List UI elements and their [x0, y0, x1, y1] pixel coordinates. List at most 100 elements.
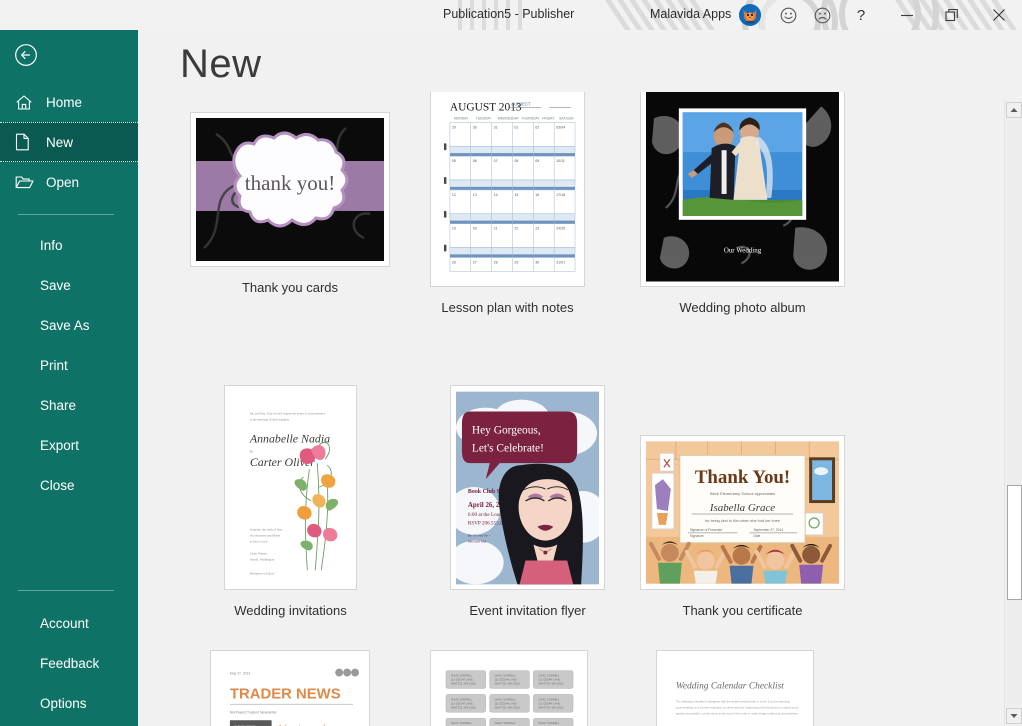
minimize-button[interactable] — [892, 0, 922, 30]
page-title: New — [180, 42, 262, 86]
trader-news-newsletter-thumb: May 27, 2013 TRADER NEWS Northwest Trade… — [216, 656, 364, 726]
svg-text:WEDNESDAY: WEDNESDAY — [498, 116, 520, 120]
template-label: Wedding invitations — [234, 603, 347, 618]
scrollbar-thumb[interactable] — [1007, 485, 1022, 600]
scrollbar-track[interactable] — [1007, 120, 1022, 704]
svg-text:31/01: 31/01 — [556, 260, 565, 264]
svg-text:12: 12 — [452, 192, 456, 196]
svg-text:15: 15 — [514, 192, 518, 196]
fox-avatar-icon — [739, 4, 761, 26]
svg-text:111 CEDAR LANE: 111 CEDAR LANE — [538, 701, 560, 705]
svg-text:September 27, 2014: September 27, 2014 — [753, 528, 783, 532]
svg-text:13: 13 — [473, 192, 477, 196]
svg-text:29: 29 — [514, 260, 518, 264]
template-tile[interactable]: Hey Gorgeous, Let's Celebrate! Book Club… — [450, 385, 605, 618]
svg-text:SEATTLE, WA 10001: SEATTLE, WA 10001 — [451, 681, 477, 685]
svg-text:Signature: Signature — [690, 534, 704, 538]
sidebar-item-home[interactable]: Home — [0, 82, 138, 122]
svg-text:your wedding on a shorter sche: your wedding on a shorter schedule, comb… — [676, 705, 799, 709]
sidebar-item-new[interactable]: New — [0, 122, 138, 162]
avatar[interactable] — [739, 4, 761, 26]
sidebar-item-feedback[interactable]: Feedback — [0, 643, 138, 683]
sidebar-item-label: Save — [40, 277, 71, 293]
svg-text:FRIDAY: FRIDAY — [542, 116, 555, 120]
svg-text:ISAAC SORRELL: ISAAC SORRELL — [451, 673, 473, 677]
help-button[interactable]: ? — [846, 0, 876, 30]
template-tile[interactable]: Mr. and Mrs. Tony Sorrell request the ho… — [224, 385, 357, 618]
sidebar-item-print[interactable]: Print — [0, 345, 138, 385]
svg-text:Let's Celebrate!: Let's Celebrate! — [472, 442, 544, 454]
template-label: Lesson plan with notes — [441, 300, 574, 315]
sidebar-item-label: Close — [40, 477, 75, 493]
svg-text:23: 23 — [535, 226, 539, 230]
sidebar-item-label: Save As — [40, 317, 90, 333]
svg-text:19: 19 — [452, 226, 456, 230]
svg-text:ISAAC SORRELL: ISAAC SORRELL — [451, 697, 473, 701]
thank-you-card-thumb: thank you! — [196, 118, 384, 261]
template-tile[interactable]: Our Wedding Wedding photo album — [640, 92, 845, 315]
sidebar-item-save-as[interactable]: Save As — [0, 305, 138, 345]
send-a-frown-button[interactable] — [807, 0, 837, 30]
wedding-invitation-thumb: Mr. and Mrs. Tony Sorrell request the ho… — [230, 391, 351, 584]
send-a-smile-button[interactable] — [773, 0, 803, 30]
template-tile[interactable]: thank you! Thank you cards — [190, 112, 390, 295]
svg-text:SEATTLE, WA 10001: SEATTLE, WA 10001 — [495, 705, 521, 709]
sidebar-item-options[interactable]: Options — [0, 683, 138, 723]
template-tile[interactable]: Wedding Calendar Checklist The following… — [656, 650, 814, 726]
sidebar-item-close[interactable]: Close — [0, 465, 138, 505]
template-thumbnail: thank you! — [190, 112, 390, 267]
scroll-up-button[interactable] — [1006, 102, 1022, 118]
template-label: Wedding photo album — [679, 300, 806, 315]
sidebar-item-label: Options — [40, 695, 87, 711]
template-thumbnail: Hey Gorgeous, Let's Celebrate! Book Club… — [450, 385, 605, 590]
template-grid: thank you! Thank you cards AUGUST 2013 S… — [138, 92, 1006, 726]
help-icon: ? — [856, 6, 866, 24]
svg-text:01: 01 — [514, 125, 518, 129]
vertical-scrollbar[interactable] — [1004, 100, 1022, 726]
sidebar-item-label: Export — [40, 437, 80, 453]
sidebar-item-info[interactable]: Info — [0, 225, 138, 265]
close-button[interactable] — [984, 0, 1014, 30]
sidebar-item-share[interactable]: Share — [0, 385, 138, 425]
back-button[interactable] — [13, 42, 39, 68]
sidebar-divider-bottom — [18, 590, 114, 591]
svg-text:at four o'clock: at four o'clock — [250, 539, 268, 543]
svg-text:30: 30 — [473, 125, 477, 129]
svg-text:SUBJECT: SUBJECT — [511, 101, 530, 106]
open-folder-icon — [15, 173, 37, 191]
template-label: Thank you cards — [241, 280, 339, 295]
svg-text:SEATTLE, WA 10001: SEATTLE, WA 10001 — [451, 705, 477, 709]
svg-text:SAT/SUN: SAT/SUN — [559, 116, 574, 120]
scroll-down-button[interactable] — [1006, 708, 1022, 724]
svg-text:28: 28 — [494, 260, 498, 264]
sidebar-item-save[interactable]: Save — [0, 265, 138, 305]
template-tile[interactable]: May 27, 2013 TRADER NEWS Northwest Trade… — [210, 650, 370, 726]
sidebar-divider-top — [18, 214, 114, 215]
event-invitation-flyer-thumb: Hey Gorgeous, Let's Celebrate! Book Club… — [456, 391, 599, 584]
svg-text:26: 26 — [452, 260, 456, 264]
backstage-sidebar: Home New Open Info Save Save As Print Sh… — [0, 30, 138, 726]
template-thumbnail: Our Wedding — [640, 92, 845, 287]
sidebar-item-open[interactable]: Open — [0, 162, 138, 202]
sidebar-item-export[interactable]: Export — [0, 425, 138, 465]
sidebar-item-label: Home — [46, 94, 83, 110]
svg-text:MONDAY: MONDAY — [454, 116, 469, 120]
svg-text:Mr. and Mrs. Tony Sorrell requ: Mr. and Mrs. Tony Sorrell request the ho… — [250, 411, 326, 415]
svg-text:Annabelle Nadia: Annabelle Nadia — [249, 431, 330, 445]
restore-button[interactable] — [937, 0, 967, 30]
template-tile[interactable]: Thank You! Birch Elementary School appre… — [640, 435, 845, 618]
svg-text:TUESDAY: TUESDAY — [476, 116, 492, 120]
svg-text:06: 06 — [473, 159, 477, 163]
template-thumbnail: May 27, 2013 TRADER NEWS Northwest Trade… — [210, 650, 370, 726]
sidebar-item-label: Open — [46, 174, 80, 190]
restore-icon — [945, 8, 958, 22]
template-thumbnail: Wedding Calendar Checklist The following… — [656, 650, 814, 726]
svg-text:20: 20 — [473, 226, 477, 230]
svg-text:ISAAC SORRELL: ISAAC SORRELL — [495, 697, 517, 701]
template-tile[interactable]: ISAAC SORRELL 111 CEDAR LANE SEATTLE, WA 1… — [430, 650, 588, 726]
svg-text:Wedding Calendar Checklist: Wedding Calendar Checklist — [676, 681, 784, 691]
home-icon — [15, 93, 37, 111]
sidebar-item-account[interactable]: Account — [0, 603, 138, 643]
svg-text:22: 22 — [514, 226, 518, 230]
template-tile[interactable]: AUGUST 2013 SUBJECT MONDAY TUESDAY WEDNES… — [430, 92, 585, 315]
